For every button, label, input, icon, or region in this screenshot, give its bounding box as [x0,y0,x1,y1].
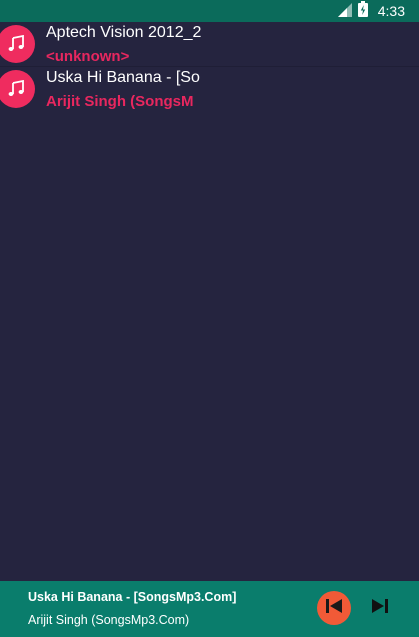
next-icon [371,598,389,618]
previous-icon [325,598,343,618]
previous-button[interactable] [317,591,351,625]
list-item[interactable]: Aptech Vision 2012_2 <unknown> [0,22,419,66]
song-artist: <unknown> [46,48,130,65]
song-artist: Arijit Singh (SongsM [46,93,194,110]
list-item[interactable]: Uska Hi Banana - [So Arijit Singh (Songs… [0,66,419,110]
next-button[interactable] [365,593,395,623]
song-title: Aptech Vision 2012_2 [46,24,202,41]
status-time: 4:33 [377,3,405,19]
album-art [0,70,35,108]
signal-icon [337,2,352,21]
song-title: Uska Hi Banana - [So [46,69,200,86]
song-list: Aptech Vision 2012_2 <unknown> Uska Hi B… [0,22,419,110]
status-icons: 4:33 [337,1,405,21]
now-playing-bar[interactable]: Uska Hi Banana - [SongsMp3.Com] Arijit S… [0,581,419,637]
now-playing-title: Uska Hi Banana - [SongsMp3.Com] [28,590,237,604]
album-art [0,25,35,63]
status-bar: 4:33 [0,0,419,22]
battery-icon [357,1,368,21]
now-playing-artist: Arijit Singh (SongsMp3.Com) [28,613,190,627]
